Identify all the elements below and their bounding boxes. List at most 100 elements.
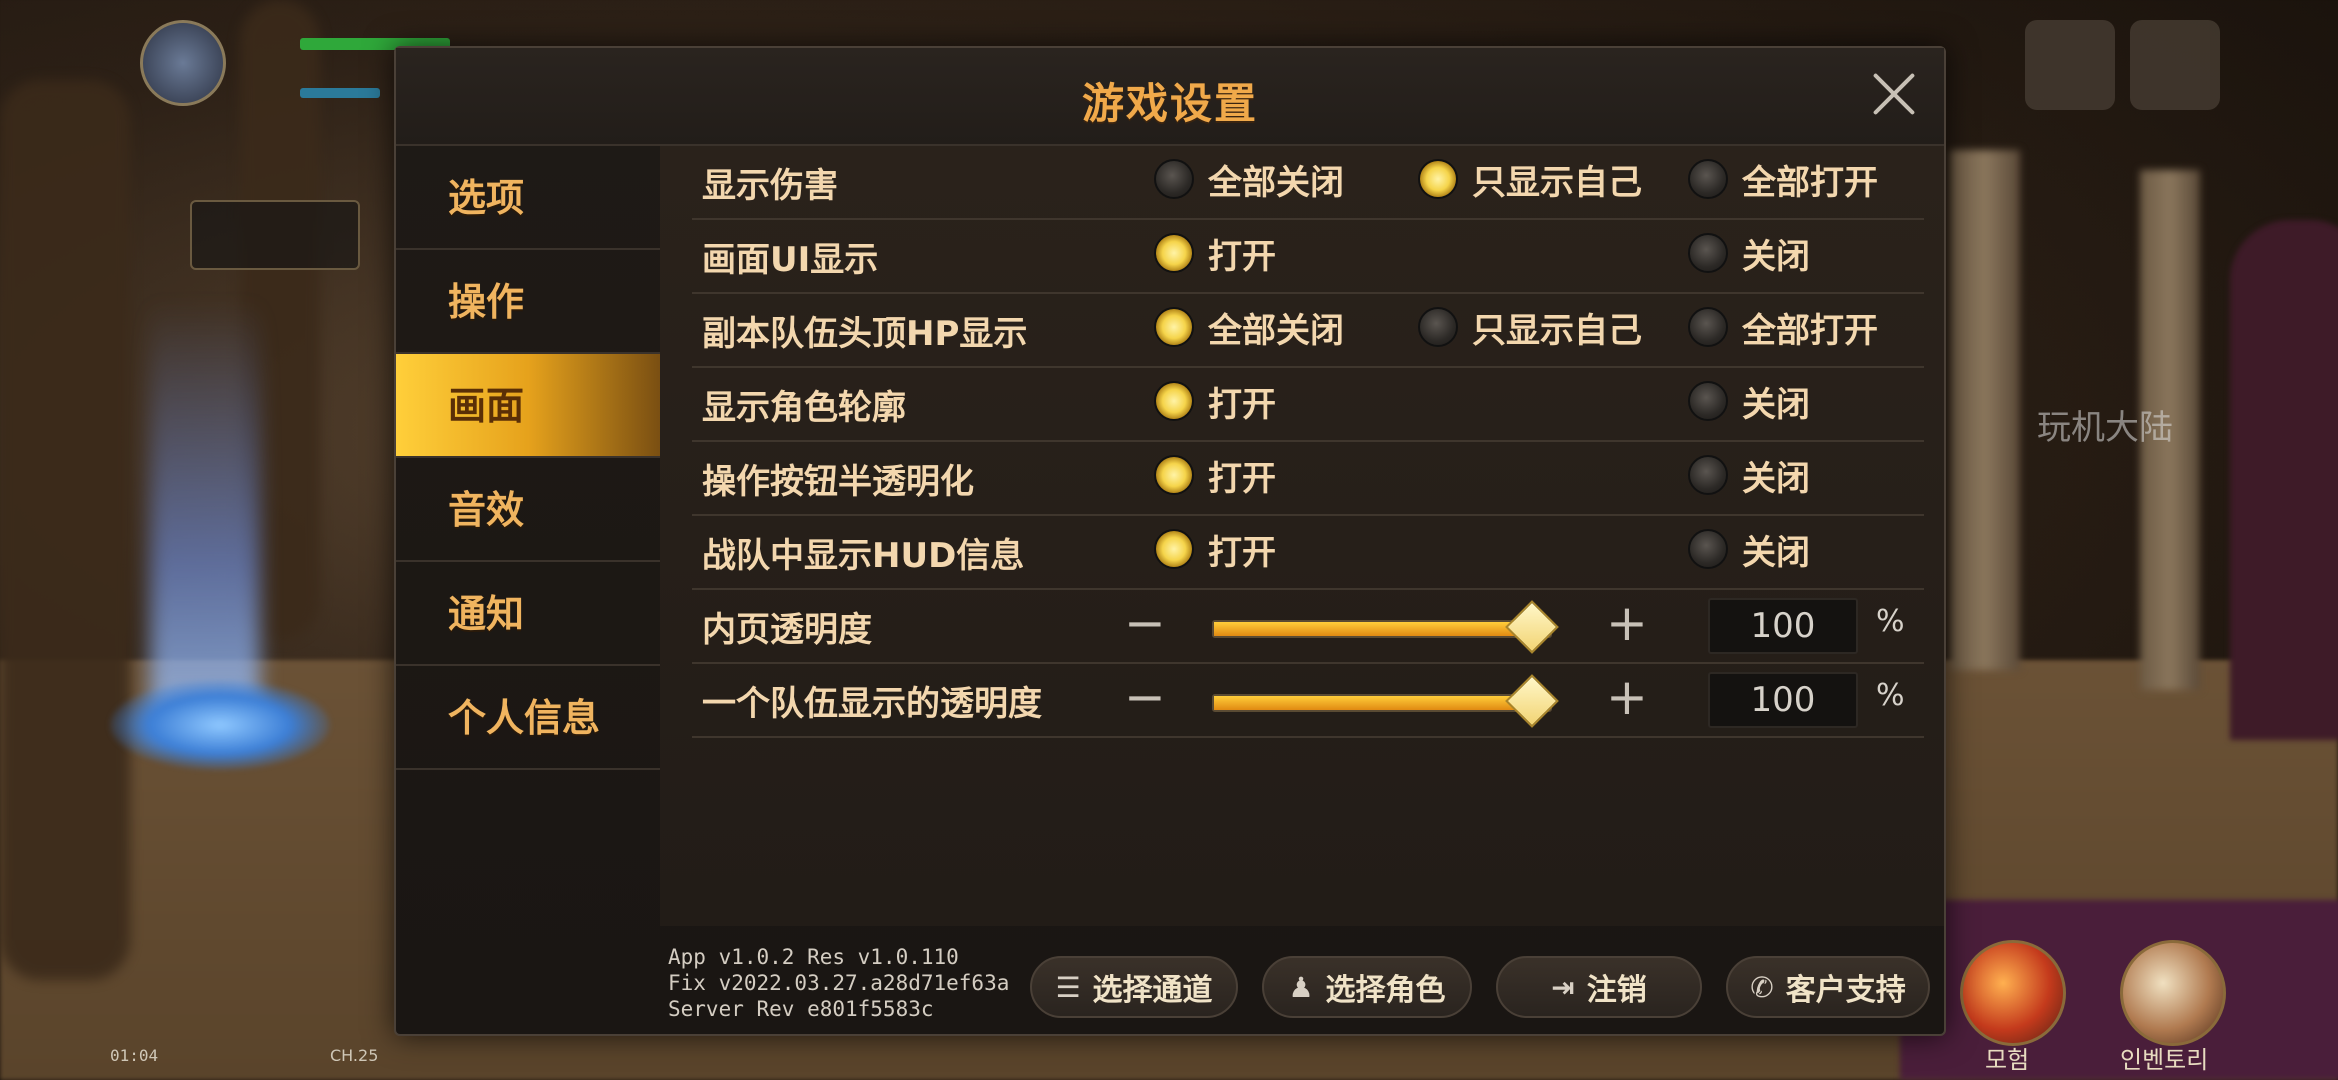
plus-icon[interactable]: + [1602,598,1652,650]
slider-fill [1214,696,1530,710]
sidebar-item-display[interactable]: 画面 [396,354,660,458]
support-icon: ✆ [1750,970,1774,1004]
dialog-title-bar: 游戏设置 [396,48,1944,146]
radio-icon[interactable] [1688,455,1728,495]
option-on[interactable]: 打开 [1154,230,1276,277]
radio-selected-icon[interactable] [1418,159,1458,199]
option-self-only[interactable]: 只显示自己 [1418,304,1642,351]
option-label: 打开 [1208,384,1276,425]
close-icon[interactable] [1866,66,1922,122]
select-channel-button[interactable]: ☰ 选择通道 [1030,956,1238,1018]
sidebar-item-profile[interactable]: 个人信息 [396,666,660,770]
option-all-off[interactable]: 全部关闭 [1154,156,1344,203]
option-label: 只显示自己 [1472,162,1642,203]
radio-selected-icon[interactable] [1154,307,1194,347]
radio-icon[interactable] [1688,307,1728,347]
setting-label: 显示角色轮廓 [702,388,906,428]
opacity-value[interactable]: 100 [1708,598,1858,654]
radio-icon[interactable] [1154,159,1194,199]
sidebar-item-controls[interactable]: 操作 [396,250,660,354]
sidebar-item-sound[interactable]: 音效 [396,458,660,562]
adventure-icon[interactable] [1960,940,2066,1046]
option-off[interactable]: 关闭 [1688,452,1810,499]
setting-label: 内页透明度 [702,610,872,650]
quest-tracker[interactable] [190,200,360,270]
version-line: App v1.0.2 Res v1.0.110 [668,945,959,969]
radio-icon[interactable] [1418,307,1458,347]
setting-row-character-outline: 显示角色轮廓 打开 关闭 [692,368,1924,442]
opacity-value[interactable]: 100 [1708,672,1858,728]
opacity-slider[interactable] [1212,674,1559,728]
percent-unit: % [1876,678,1905,713]
plus-icon[interactable]: + [1602,672,1652,724]
player-avatar[interactable] [140,20,226,106]
option-off[interactable]: 关闭 [1688,378,1810,425]
version-line: Server Rev e801f5583c [668,997,934,1021]
portal [110,680,330,770]
radio-selected-icon[interactable] [1154,455,1194,495]
slider-thumb[interactable] [1505,674,1559,728]
menu-icon[interactable] [2130,20,2220,110]
option-self-only[interactable]: 只显示自己 [1418,156,1642,203]
option-all-off[interactable]: 全部关闭 [1154,304,1344,351]
mail-icon[interactable] [2025,20,2115,110]
dialog-title: 游戏设置 [1081,79,1258,128]
option-off[interactable]: 关闭 [1688,526,1810,573]
radio-icon[interactable] [1688,233,1728,273]
option-label: 全部关闭 [1208,310,1344,351]
option-label: 关闭 [1742,384,1810,425]
radio-selected-icon[interactable] [1154,529,1194,569]
watermark-text: 玩机大陆 [2037,408,2173,448]
minus-icon[interactable]: − [1120,672,1170,724]
option-label: 打开 [1208,458,1276,499]
list-icon: ☰ [1055,970,1081,1004]
sidebar-item-options[interactable]: 选项 [396,146,660,250]
setting-label: 显示伤害 [702,166,838,206]
button-label: 选择通道 [1092,973,1213,1008]
option-on[interactable]: 打开 [1154,378,1276,425]
radio-selected-icon[interactable] [1154,381,1194,421]
option-on[interactable]: 打开 [1154,452,1276,499]
option-label: 只显示自己 [1472,310,1642,351]
pillar [1950,150,2020,670]
option-all-on[interactable]: 全部打开 [1688,156,1878,203]
option-label: 全部打开 [1742,162,1878,203]
radio-icon[interactable] [1688,529,1728,569]
setting-row-button-transparency: 操作按钮半透明化 打开 关闭 [692,442,1924,516]
inventory-label: 인벤토리 [2120,1046,2209,1074]
option-off[interactable]: 关闭 [1688,230,1810,277]
minus-icon[interactable]: − [1120,598,1170,650]
portal-beam [150,300,260,740]
option-label: 关闭 [1742,458,1810,499]
option-on[interactable]: 打开 [1154,526,1276,573]
setting-row-ui-display: 画面UI显示 打开 关闭 [692,220,1924,294]
option-label: 全部关闭 [1208,162,1344,203]
setting-row-hud-in-party: 战队中显示HUD信息 打开 关闭 [692,516,1924,590]
select-character-button[interactable]: ♟ 选择角色 [1262,956,1472,1018]
inventory-icon[interactable] [2120,940,2226,1046]
option-all-on[interactable]: 全部打开 [1688,304,1878,351]
mp-bar [300,88,380,98]
setting-row-party-hp: 副本队伍头顶HP显示 全部关闭 只显示自己 全部打开 [692,294,1924,368]
setting-label: 一个队伍显示的透明度 [702,684,1042,724]
sidebar-item-notifications[interactable]: 通知 [396,562,660,666]
option-label: 关闭 [1742,532,1810,573]
logout-icon: ⇥ [1551,970,1575,1004]
slider-thumb[interactable] [1505,600,1559,654]
customer-support-button[interactable]: ✆ 客户支持 [1726,956,1930,1018]
option-label: 关闭 [1742,236,1810,277]
setting-label: 画面UI显示 [702,240,879,280]
logout-button[interactable]: ⇥ 注销 [1496,956,1702,1018]
radio-selected-icon[interactable] [1154,233,1194,273]
radio-icon[interactable] [1688,159,1728,199]
radio-icon[interactable] [1688,381,1728,421]
settings-content: 显示伤害 全部关闭 只显示自己 全部打开 画面UI显示 打开 关闭 副本队伍头顶… [660,146,1944,926]
adventure-label: 모험 [1985,1046,2030,1074]
button-label: 客户支持 [1785,973,1906,1008]
version-info: App v1.0.2 Res v1.0.110 Fix v2022.03.27.… [668,944,1009,1022]
option-label: 打开 [1208,236,1276,277]
settings-sidebar: 选项 操作 画面 音效 通知 个人信息 [396,146,660,826]
clock: 01:04 [110,1046,159,1065]
percent-unit: % [1876,604,1905,639]
opacity-slider[interactable] [1212,600,1559,654]
